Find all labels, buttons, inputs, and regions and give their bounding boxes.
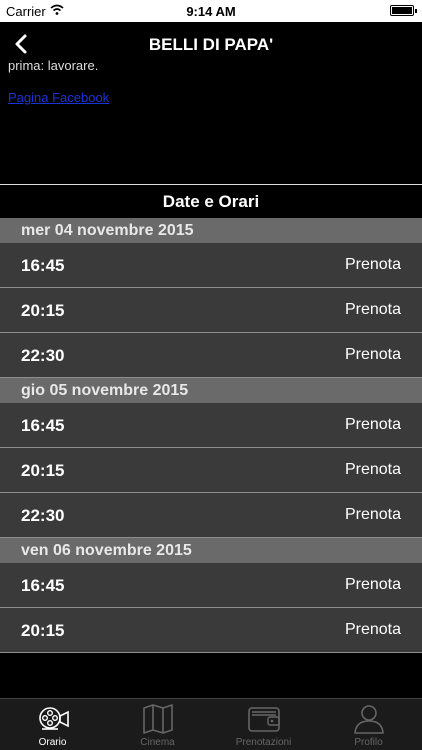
tab-label: Profilo xyxy=(354,737,383,748)
book-button[interactable]: Prenota xyxy=(345,506,401,524)
showtime-row[interactable]: 16:45 Prenota xyxy=(0,563,422,608)
showtime-time: 22:30 xyxy=(21,346,65,365)
film-camera-icon xyxy=(39,707,69,730)
page-title: BELLI DI PAPA' xyxy=(148,35,274,54)
showtime-time: 20:15 xyxy=(21,461,65,480)
showtime-row[interactable]: 16:45 Prenota xyxy=(0,243,422,288)
book-button[interactable]: Prenota xyxy=(345,576,401,594)
map-icon xyxy=(143,704,173,734)
tab-cinema[interactable]: Cinema xyxy=(105,699,210,750)
user-icon xyxy=(354,705,384,734)
tab-label: Prenotazioni xyxy=(235,737,292,748)
day-header: ven 06 novembre 2015 xyxy=(0,538,422,563)
battery-icon xyxy=(390,5,417,16)
showtime-time: 16:45 xyxy=(21,256,65,275)
day-header: gio 05 novembre 2015 xyxy=(0,378,422,403)
showtime-time: 20:15 xyxy=(21,621,65,640)
book-button[interactable]: Prenota xyxy=(345,461,401,479)
showtime-row[interactable]: 22:30 Prenota xyxy=(0,493,422,538)
showtime-row[interactable]: 22:30 Prenota xyxy=(0,333,422,378)
book-button[interactable]: Prenota xyxy=(345,416,401,434)
day-header: mer 04 novembre 2015 xyxy=(0,218,422,243)
facebook-page-link[interactable]: Pagina Facebook xyxy=(8,90,109,105)
showtime-time: 16:45 xyxy=(21,416,65,435)
showtime-time: 22:30 xyxy=(21,506,65,525)
tab-prenotazioni[interactable]: Prenotazioni xyxy=(211,699,316,750)
showtime-row[interactable]: 20:15 Prenota xyxy=(0,608,422,653)
book-button[interactable]: Prenota xyxy=(345,346,401,364)
tab-label: Cinema xyxy=(140,737,175,748)
showtime-row[interactable]: 20:15 Prenota xyxy=(0,288,422,333)
tab-bar: Orario Cinema Prenotazioni Profilo xyxy=(0,698,422,750)
showtime-time: 16:45 xyxy=(21,576,65,595)
status-bar: Carrier 9:14 AM xyxy=(0,0,422,22)
showtime-row[interactable]: 20:15 Prenota xyxy=(0,448,422,493)
showtimes-list: mer 04 novembre 2015 16:45 Prenota 20:15 Pre… xyxy=(0,218,422,653)
tab-profilo[interactable]: Profilo xyxy=(316,699,421,750)
showtime-row[interactable]: 16:45 Prenota xyxy=(0,403,422,448)
showtimes-section-title: Date e Orari xyxy=(0,184,422,218)
showtime-time: 20:15 xyxy=(21,301,65,320)
wallet-icon xyxy=(248,707,280,732)
tab-label: Orario xyxy=(38,737,67,748)
book-button[interactable]: Prenota xyxy=(345,301,401,319)
book-button[interactable]: Prenota xyxy=(345,256,401,274)
tab-orario[interactable]: Orario xyxy=(0,699,105,750)
clock: 9:14 AM xyxy=(186,4,236,19)
book-button[interactable]: Prenota xyxy=(345,621,401,639)
film-description: prima: lavorare. xyxy=(8,58,99,73)
